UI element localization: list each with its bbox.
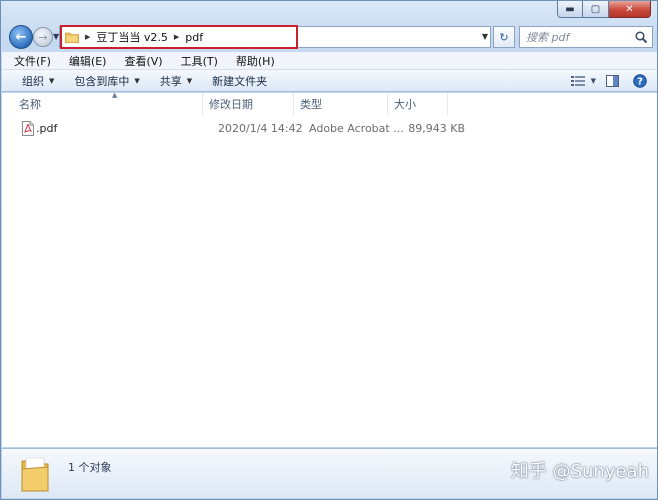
new-folder-button[interactable]: 新建文件夹 xyxy=(202,70,277,92)
column-header-date[interactable]: 修改日期 xyxy=(203,93,294,115)
forward-arrow-icon: → xyxy=(38,30,48,44)
preview-pane-button[interactable] xyxy=(601,72,623,90)
pdf-file-icon xyxy=(22,120,34,136)
menu-tools[interactable]: 工具(T) xyxy=(169,53,224,69)
help-button[interactable]: ? xyxy=(629,72,651,90)
address-bar[interactable]: ▶ 豆丁当当 v2.5 ▶ pdf ▼ xyxy=(59,25,491,49)
column-date-label: 修改日期 xyxy=(209,98,253,111)
breadcrumb-item-root[interactable]: 豆丁当当 v2.5 xyxy=(96,29,168,45)
file-type: Adobe Acrobat ... xyxy=(309,121,404,135)
help-icon: ? xyxy=(633,74,647,88)
share-button[interactable]: 共享 ▼ xyxy=(150,70,202,92)
column-header-type[interactable]: 类型 xyxy=(294,93,388,115)
column-name-label: 名称 xyxy=(19,98,41,111)
explorer-window: ▬ ▢ ✕ ← → ▼ ▶ 豆丁当当 v2.5 ▶ pdf ▼ ↻ 搜索 pdf… xyxy=(0,0,658,500)
folder-icon xyxy=(65,32,79,43)
navigation-bar: ← → ▼ ▶ 豆丁当当 v2.5 ▶ pdf ▼ ↻ xyxy=(7,25,653,49)
search-icon[interactable] xyxy=(634,30,648,44)
menu-help[interactable]: 帮助(H) xyxy=(224,53,281,69)
back-arrow-icon: ← xyxy=(15,29,27,45)
share-label: 共享 xyxy=(159,74,182,88)
change-view-button[interactable]: ▼ xyxy=(566,75,601,87)
details-pane: 1 个对象 知乎 @Sunyeah xyxy=(2,448,657,498)
include-in-library-label: 包含到库中 xyxy=(74,74,130,88)
menu-view[interactable]: 查看(V) xyxy=(112,53,168,69)
close-button[interactable]: ✕ xyxy=(609,1,651,18)
column-header-name[interactable]: ▲ 名称 xyxy=(2,91,203,115)
preview-pane-icon xyxy=(605,75,619,87)
sort-ascending-icon: ▲ xyxy=(112,91,118,99)
refresh-button[interactable]: ↻ xyxy=(493,26,515,48)
caption-buttons: ▬ ▢ ✕ xyxy=(557,1,651,18)
folder-icon xyxy=(21,457,49,492)
file-name: .pdf xyxy=(36,121,58,135)
minimize-icon: ▬ xyxy=(565,3,575,15)
file-list-pane[interactable]: ▲ 名称 修改日期 类型 大小 .pdf 2020/1/4 14:42 Adob… xyxy=(2,91,657,447)
command-bar: 组织 ▼ 包含到库中 ▼ 共享 ▼ 新建文件夹 ▼ ? xyxy=(2,70,657,92)
breadcrumb-separator-icon[interactable]: ▶ xyxy=(174,33,179,41)
item-count: 1 个对象 xyxy=(68,461,112,474)
menu-bar: 文件(F) 编辑(E) 查看(V) 工具(T) 帮助(H) xyxy=(2,52,657,70)
column-header-row: ▲ 名称 修改日期 类型 大小 xyxy=(2,91,657,115)
maximize-icon: ▢ xyxy=(590,3,601,15)
maximize-button[interactable]: ▢ xyxy=(583,1,609,18)
file-size: 89,943 KB xyxy=(408,121,465,135)
forward-button[interactable]: → xyxy=(33,27,53,47)
refresh-icon: ↻ xyxy=(499,30,509,44)
organize-button[interactable]: 组织 ▼ xyxy=(2,70,64,92)
search-box[interactable] xyxy=(519,26,653,48)
include-in-library-button[interactable]: 包含到库中 ▼ xyxy=(64,70,149,92)
minimize-button[interactable]: ▬ xyxy=(557,1,583,18)
chevron-down-icon: ▼ xyxy=(134,76,140,85)
column-type-label: 类型 xyxy=(300,98,322,111)
chevron-down-icon: ▼ xyxy=(590,77,596,85)
new-folder-label: 新建文件夹 xyxy=(212,74,268,88)
breadcrumb-separator-icon[interactable]: ▶ xyxy=(85,33,90,41)
command-bar-right: ▼ ? xyxy=(566,70,657,92)
file-date: 2020/1/4 14:42 xyxy=(218,121,303,135)
view-list-icon xyxy=(570,76,585,86)
watermark: 知乎 @Sunyeah xyxy=(510,461,649,482)
menu-file[interactable]: 文件(F) xyxy=(2,53,57,69)
close-icon: ✕ xyxy=(625,3,634,15)
organize-label: 组织 xyxy=(22,74,44,88)
column-header-size[interactable]: 大小 xyxy=(388,93,448,115)
back-button[interactable]: ← xyxy=(9,25,33,49)
breadcrumb-item-pdf[interactable]: pdf xyxy=(185,31,203,44)
file-row[interactable]: .pdf 2020/1/4 14:42 Adobe Acrobat ... 89… xyxy=(2,119,472,137)
column-size-label: 大小 xyxy=(394,98,416,111)
address-dropdown-icon[interactable]: ▼ xyxy=(482,32,488,41)
search-input[interactable] xyxy=(526,28,636,46)
menu-edit[interactable]: 编辑(E) xyxy=(57,53,113,69)
help-glyph: ? xyxy=(637,77,643,88)
chevron-down-icon: ▼ xyxy=(186,76,193,85)
chevron-down-icon: ▼ xyxy=(49,76,55,85)
